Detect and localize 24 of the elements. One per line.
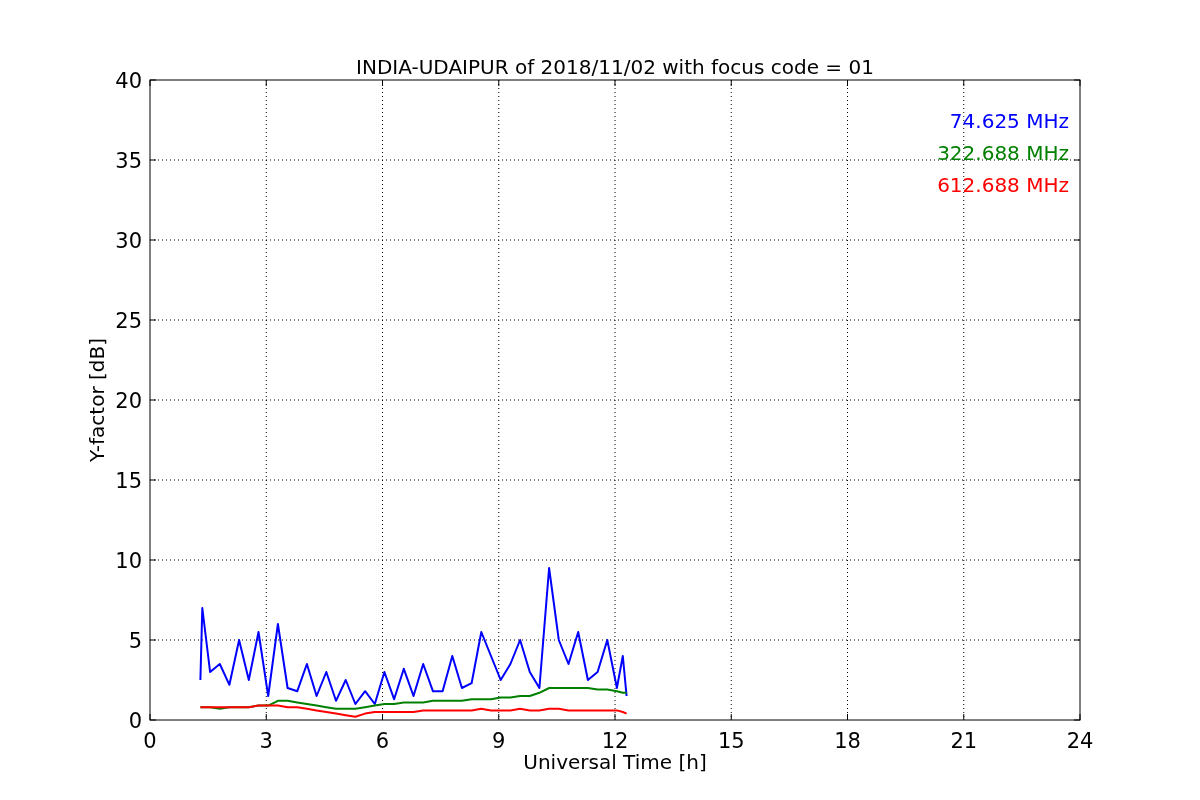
legend-label: 612.688 MHz: [937, 173, 1069, 197]
x-tick-label: 12: [601, 729, 629, 753]
x-tick-label: 9: [492, 729, 506, 753]
x-tick-label: 24: [1066, 729, 1094, 753]
y-tick-label: 5: [128, 629, 142, 653]
x-tick-label: 18: [834, 729, 861, 753]
x-axis-label: Universal Time [h]: [523, 750, 707, 774]
y-tick-label: 20: [115, 389, 142, 413]
y-axis-label: Y-factor [dB]: [85, 338, 109, 462]
legend-label: 322.688 MHz: [937, 141, 1069, 165]
y-tick-label: 0: [128, 709, 142, 733]
chart-title: INDIA-UDAIPUR of 2018/11/02 with focus code = 01: [356, 55, 874, 79]
x-tick-label: 3: [259, 729, 273, 753]
x-tick-label: 21: [950, 729, 978, 753]
y-tick-label: 15: [115, 469, 142, 493]
y-tick-label: 25: [115, 309, 142, 333]
y-tick-label: 10: [115, 549, 142, 573]
y-tick-label: 40: [115, 69, 142, 93]
x-tick-label: 0: [143, 729, 157, 753]
x-tick-label: 15: [717, 729, 745, 753]
x-tick-label: 6: [375, 729, 390, 753]
y-tick-label: 35: [115, 149, 142, 173]
y-tick-label: 30: [115, 229, 142, 253]
legend-label: 74.625 MHz: [949, 109, 1069, 133]
